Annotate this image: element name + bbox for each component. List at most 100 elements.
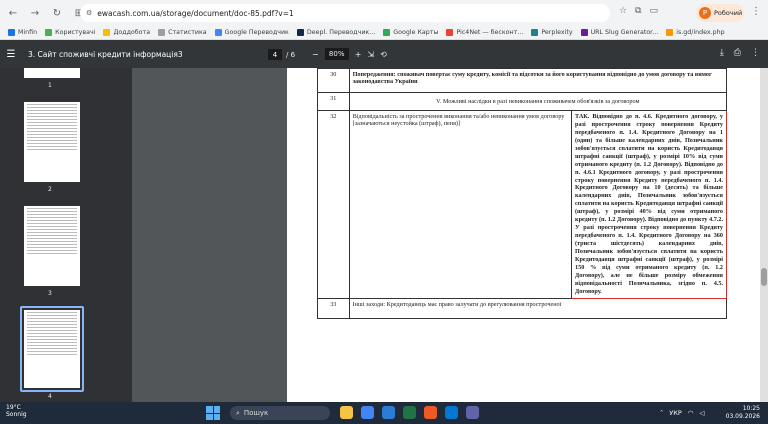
outlook-icon[interactable] — [445, 406, 458, 419]
pdf-toolbar: ☰ 3. Сайт споживчі кредити інформація3 4… — [0, 40, 768, 68]
bookmark-item[interactable]: URL Slug Generator... — [580, 29, 659, 36]
chrome-icon[interactable] — [361, 406, 374, 419]
search-label: Пошук — [243, 409, 269, 417]
menu-icon[interactable]: ⋮ — [751, 6, 761, 17]
bookmark-label: Perplexity — [541, 29, 573, 36]
bookmark-item[interactable]: Google Переводчик — [214, 29, 289, 36]
volume-icon[interactable]: ◁ — [699, 409, 704, 417]
print-icon[interactable]: ⎙ — [734, 48, 741, 58]
bookmark-item[interactable]: Pic4Net — бесконт... — [446, 29, 523, 36]
fit-page-icon[interactable]: ⇲ — [367, 50, 374, 59]
window-icon[interactable]: ▭ — [649, 6, 658, 16]
thumbnail-num-1: 1 — [48, 82, 52, 89]
bookmark-label: Доддобота — [113, 29, 151, 36]
page-input[interactable]: 4 — [268, 49, 282, 60]
bookmark-favicon-icon — [446, 29, 454, 36]
hamburger-icon[interactable]: ☰ — [2, 45, 20, 63]
thumbnail-page-4[interactable] — [24, 310, 80, 388]
pdf-page: 30 Попередження: споживач повертає суму … — [287, 68, 763, 402]
bookmark-favicon-icon — [8, 29, 15, 36]
bookmark-label: is.gd/index.php — [676, 29, 725, 36]
bookmark-item[interactable]: Perplexity — [531, 29, 573, 36]
highlighted-answer: ТАК. Відповідно до п. 4.6. Кредитного до… — [571, 110, 727, 299]
bookmark-item[interactable]: is.gd/index.php — [666, 29, 725, 36]
zoom-input[interactable]: 80% — [324, 48, 349, 60]
thumbnail-num-3: 3 — [48, 290, 52, 297]
pdf-title: 3. Сайт споживчі кредити інформація3 — [28, 49, 183, 59]
download-icon[interactable]: ⤓ — [720, 48, 724, 58]
row-text: Інші заходи: Кредитодавець має право зал… — [348, 297, 728, 319]
row-number: 32 — [317, 110, 350, 299]
teams-icon[interactable] — [466, 406, 479, 419]
bookmark-favicon-icon — [103, 29, 111, 36]
taskbar-search[interactable]: ⌕ Пошук — [230, 406, 330, 420]
app-icon[interactable] — [424, 406, 437, 419]
thumbnail-page-2[interactable] — [24, 102, 80, 182]
tray-chevron-icon[interactable]: ˄ — [660, 409, 663, 417]
language-indicator[interactable]: УКР — [669, 409, 682, 417]
rotate-icon[interactable]: ⟲ — [380, 50, 387, 59]
bookmark-favicon-icon — [296, 29, 304, 36]
extensions-icon[interactable]: ⧉ — [635, 6, 641, 16]
row-number: 31 — [317, 92, 350, 111]
section-heading: V. Можливі наслідки в разі невиконання с… — [348, 92, 728, 111]
site-info-icon[interactable]: ⚙ — [86, 9, 92, 17]
document-table: 30 Попередження: споживач повертає суму … — [317, 68, 728, 319]
browser-toolbar: ← → ↻ ⊞ ⚙ ewacash.com.ua/storage/documen… — [0, 0, 768, 26]
row-number: 30 — [317, 68, 350, 93]
weather-widget[interactable]: 19°C Sonnig — [6, 404, 27, 418]
bookmarks-bar: Minfin Користувачі Доддобота Статистика Goog… — [0, 26, 768, 40]
profile-button[interactable]: Р Робочий — [696, 4, 744, 22]
bookmark-item[interactable]: Користувачі — [45, 29, 95, 36]
bookmark-label: Minfin — [18, 29, 38, 36]
table-row: 33 Інші заходи: Кредитодавець має право … — [317, 297, 728, 319]
excel-icon[interactable] — [403, 406, 416, 419]
row-label: Відповідальність за прострочення виконан… — [348, 110, 573, 299]
bookmark-item[interactable]: Deepl. Переводчик... — [296, 29, 376, 36]
forward-icon[interactable]: → — [26, 4, 44, 22]
bookmark-favicon-icon — [580, 29, 588, 36]
bookmark-star-icon[interactable]: ☆ — [619, 6, 627, 16]
bookmark-item[interactable]: Minfin — [8, 29, 37, 36]
scrollbar[interactable] — [760, 68, 768, 402]
pdf-viewer: 30 Попередження: споживач повертає суму … — [132, 68, 768, 402]
table-row: 32 Відповідальність за прострочення вико… — [317, 110, 727, 299]
url-text: ewacash.com.ua/storage/document/doc-85.p… — [97, 8, 294, 18]
bookmark-favicon-icon — [383, 29, 391, 36]
bookmark-label: Користувачі — [55, 29, 96, 36]
bookmark-favicon-icon — [45, 29, 53, 36]
start-icon[interactable] — [206, 406, 220, 420]
bookmark-favicon-icon — [531, 29, 539, 36]
scrollbar-thumb[interactable] — [761, 268, 767, 286]
address-bar[interactable]: ⚙ ewacash.com.ua/storage/document/doc-85… — [80, 4, 610, 22]
thumbnail-num-2: 2 — [48, 186, 52, 193]
table-row: 31 V. Можливі наслідки в разі невиконанн… — [317, 92, 728, 111]
taskbar: 19°C Sonnig ⌕ Пошук ˄ УКР ◠ ◁ 10:25 03.0… — [0, 402, 768, 424]
thumbnail-sidebar: 1 2 3 4 — [0, 68, 132, 402]
bookmark-label: Google Переводчик — [224, 29, 289, 36]
bookmark-item[interactable]: Доддобота — [103, 29, 150, 36]
bookmark-label: Статистика — [168, 29, 207, 36]
bookmark-item[interactable]: Google Карты — [383, 29, 438, 36]
bookmark-label: Deepl. Переводчик... — [306, 29, 376, 36]
thumbnail-page-3[interactable] — [24, 206, 80, 286]
more-icon[interactable]: ⋮ — [751, 48, 760, 58]
bookmark-item[interactable]: Статистика — [158, 29, 207, 36]
file-explorer-icon[interactable] — [340, 406, 353, 419]
back-icon[interactable]: ← — [4, 4, 22, 22]
avatar: Р — [699, 7, 711, 19]
profile-label: Робочий — [714, 9, 743, 17]
time: 10:25 — [742, 405, 760, 412]
table-row: 30 Попередження: споживач повертає суму … — [317, 68, 728, 93]
clock[interactable]: 10:25 03.09.2026 — [726, 405, 760, 421]
thumbnail-page-1[interactable] — [24, 68, 80, 78]
word-icon[interactable] — [382, 406, 395, 419]
zoom-in-icon[interactable]: + — [355, 50, 362, 59]
wifi-icon[interactable]: ◠ — [688, 409, 694, 417]
reload-icon[interactable]: ↻ — [48, 4, 66, 22]
bookmark-favicon-icon — [158, 29, 166, 36]
thumbnail-num-4: 4 — [48, 393, 52, 400]
zoom-out-icon[interactable]: − — [312, 50, 319, 59]
bookmark-label: Google Карты — [393, 29, 439, 36]
bookmark-label: URL Slug Generator... — [590, 29, 659, 36]
